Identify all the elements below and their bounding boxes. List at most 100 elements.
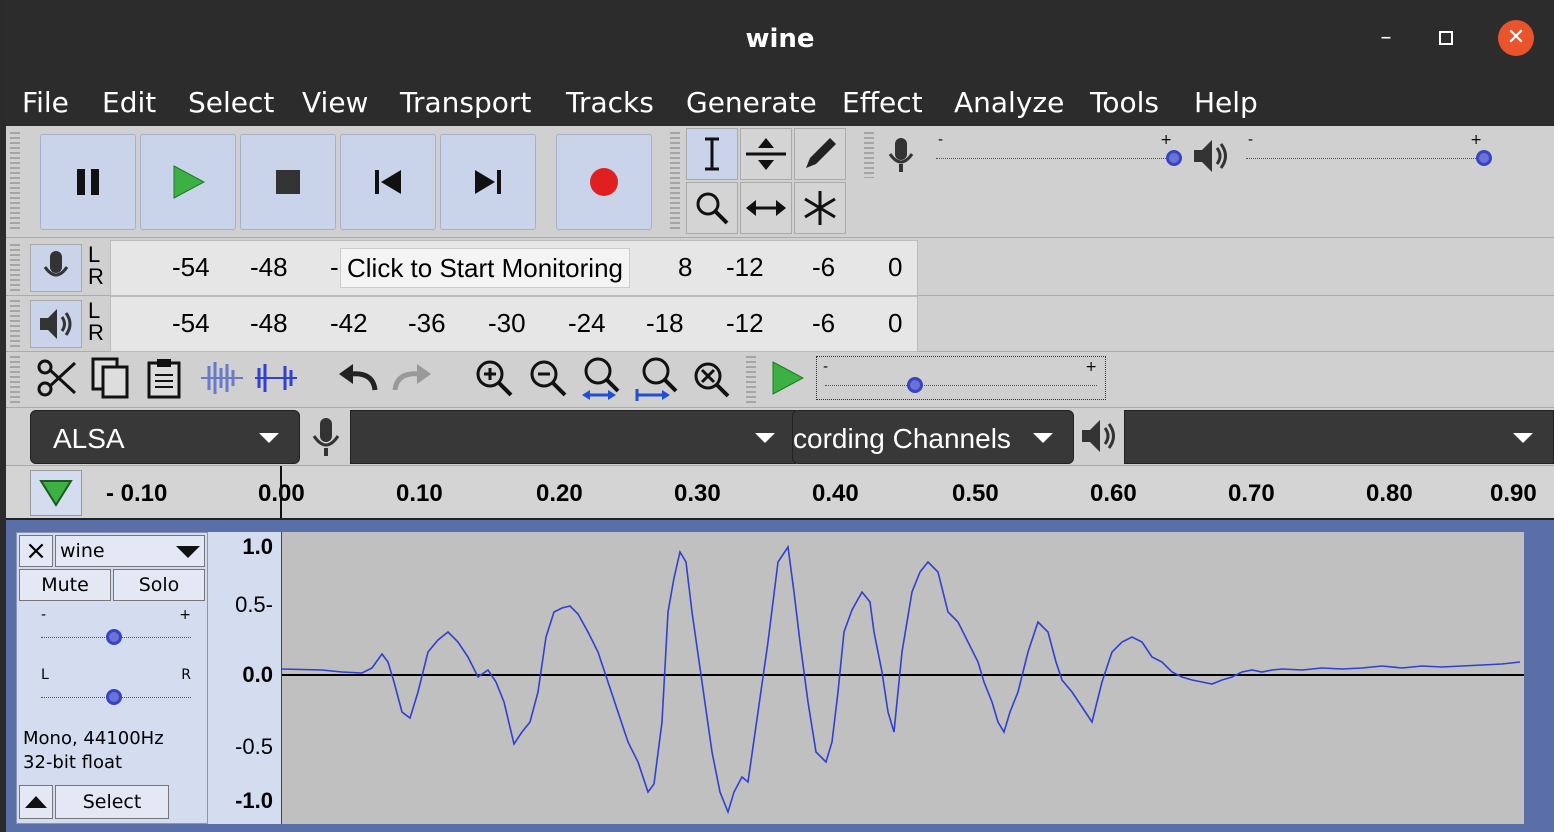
menu-tools[interactable]: Tools: [1090, 86, 1159, 119]
speaker-icon: [1082, 420, 1115, 452]
playback-meter[interactable]: -54 -48 -42 -36 -30 -24 -18 -12 -6 0: [6, 296, 926, 352]
meter-tick: -18: [646, 308, 684, 338]
play-button[interactable]: [140, 134, 236, 230]
solo-button[interactable]: Solo: [113, 569, 205, 601]
menu-help[interactable]: Help: [1194, 86, 1258, 119]
undo-button[interactable]: [332, 352, 384, 404]
zoom-toggle-button[interactable]: [684, 352, 736, 404]
i-beam-icon: [705, 137, 719, 171]
redo-button[interactable]: [386, 352, 438, 404]
selection-tool[interactable]: [686, 128, 738, 180]
audacity-window: wine – ✕ File Edit Select View Transport…: [6, 0, 1554, 832]
track-close-button[interactable]: ×: [19, 535, 53, 567]
multi-tool[interactable]: [794, 182, 846, 234]
skip-end-button[interactable]: [440, 134, 536, 230]
copy-icon: [91, 357, 129, 399]
timeline-ruler[interactable]: - 0.10 0.00 0.10 0.20 0.30 0.40 0.50 0.6…: [6, 466, 1554, 520]
menu-generate[interactable]: Generate: [686, 86, 817, 119]
recording-meter[interactable]: -54 -48 - 8 -12 -6 0 Click to Start Moni…: [6, 240, 926, 296]
zoom-out-button[interactable]: [522, 352, 574, 404]
menu-select[interactable]: Select: [188, 86, 274, 119]
stop-icon: [276, 170, 300, 194]
menu-analyze[interactable]: Analyze: [954, 86, 1064, 119]
close-button[interactable]: ✕: [1498, 20, 1534, 56]
fit-selection-button[interactable]: [576, 352, 628, 404]
menu-file[interactable]: File: [22, 86, 69, 119]
ruler-tick-label: 0.80: [1366, 480, 1413, 507]
waveform-display[interactable]: [281, 532, 1524, 824]
slider-knob[interactable]: [907, 377, 923, 393]
playhead-line: [280, 466, 282, 518]
draw-tool[interactable]: [794, 128, 846, 180]
slider-track: [825, 385, 1097, 386]
zoom-toggle-icon: [694, 362, 730, 398]
skip-start-button[interactable]: [340, 134, 436, 230]
copy-button[interactable]: [84, 352, 136, 404]
record-button[interactable]: [556, 134, 652, 230]
meter-tick: -: [330, 252, 339, 282]
trim-audio-icon: [201, 362, 243, 394]
toolbar-grip[interactable]: [10, 132, 20, 232]
menu-tracks[interactable]: Tracks: [566, 86, 654, 119]
recording-volume-slider[interactable]: - +: [936, 130, 1182, 170]
tools-grip[interactable]: [670, 132, 680, 232]
microphone-icon: [312, 418, 340, 456]
slider-knob[interactable]: [1166, 150, 1182, 166]
scale-tick-label: -1.0: [235, 788, 273, 813]
select-track-button[interactable]: Select: [55, 785, 169, 819]
playback-device-dropdown[interactable]: [1124, 410, 1554, 464]
track-name-menu[interactable]: wine: [55, 535, 205, 567]
asterisk-icon: [804, 191, 836, 225]
menu-transport[interactable]: Transport: [400, 86, 531, 119]
redo-icon: [392, 364, 431, 391]
play-at-speed-grip[interactable]: [746, 356, 756, 404]
minimize-button[interactable]: –: [1368, 20, 1404, 56]
zoom-tool[interactable]: [686, 182, 738, 234]
window-title: wine: [745, 24, 815, 54]
waveform-graph: [281, 544, 1524, 815]
paste-button[interactable]: [138, 352, 190, 404]
playback-volume-slider[interactable]: - +: [1246, 130, 1492, 170]
menu-edit[interactable]: Edit: [102, 86, 156, 119]
play-at-speed-button[interactable]: [762, 352, 814, 404]
mixer-grip[interactable]: [864, 132, 874, 178]
recording-channels-dropdown[interactable]: cording Channels: [792, 410, 1074, 464]
triangle-down-icon: [39, 480, 73, 507]
trim-button[interactable]: [196, 352, 248, 404]
meter-tick: -12: [726, 252, 764, 282]
zoom-in-button[interactable]: [468, 352, 520, 404]
pan-right-label: R: [181, 667, 191, 683]
slider-knob[interactable]: [1476, 150, 1492, 166]
silence-button[interactable]: [250, 352, 302, 404]
recording-device-dropdown[interactable]: [350, 410, 796, 464]
meter-tick: -54: [172, 308, 210, 338]
undo-icon: [339, 364, 378, 391]
vertical-scale[interactable]: 1.0 0.5- 0.0 -0.5 -1.0: [208, 532, 282, 824]
slider-knob[interactable]: [106, 629, 122, 645]
title-bar: wine – ✕: [6, 0, 1554, 78]
pan-slider[interactable]: L R: [41, 667, 191, 707]
slider-knob[interactable]: [106, 689, 122, 705]
mute-button[interactable]: Mute: [19, 569, 111, 601]
menu-effect[interactable]: Effect: [842, 86, 923, 119]
track-format: Mono, 44100Hz: [23, 728, 164, 749]
menu-view[interactable]: View: [302, 86, 368, 119]
stop-button[interactable]: [240, 134, 336, 230]
envelope-tool[interactable]: [740, 128, 792, 180]
toolbar-grip[interactable]: [10, 356, 20, 404]
pause-button[interactable]: [40, 134, 136, 230]
slider-min-label: -: [938, 132, 944, 148]
cut-button[interactable]: [30, 352, 82, 404]
timeline-options-button[interactable]: [30, 470, 82, 516]
collapse-button[interactable]: [19, 785, 53, 819]
gain-slider[interactable]: - +: [41, 607, 191, 647]
play-speed-slider[interactable]: - +: [816, 356, 1106, 400]
fit-project-button[interactable]: [630, 352, 682, 404]
slider-track: [1246, 158, 1486, 159]
track-info: Mono, 44100Hz 32-bit float: [23, 727, 164, 775]
monitoring-tooltip[interactable]: Click to Start Monitoring: [340, 248, 630, 288]
chevron-down-icon: [176, 546, 200, 558]
maximize-button[interactable]: [1428, 20, 1464, 56]
time-shift-tool[interactable]: [740, 182, 792, 234]
audio-host-dropdown[interactable]: ALSA: [30, 410, 300, 464]
